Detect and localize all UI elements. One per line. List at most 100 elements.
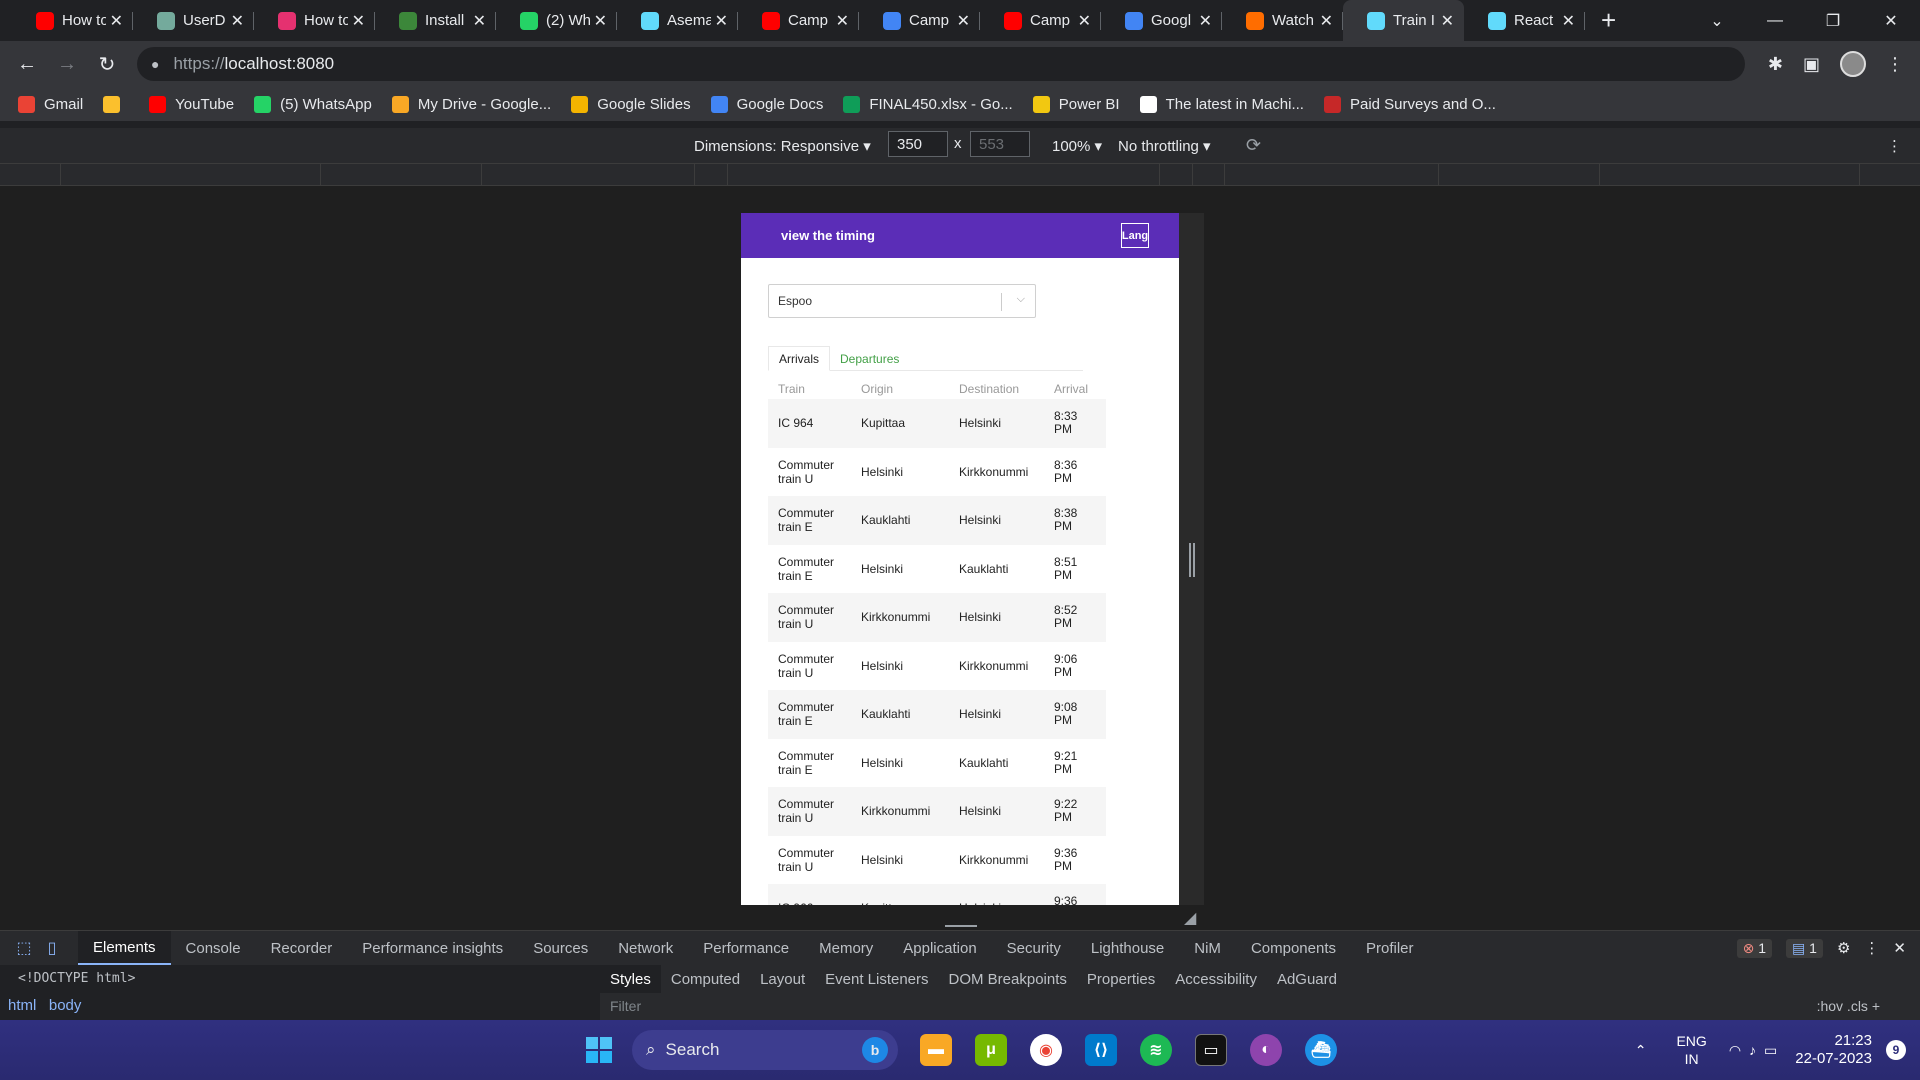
close-devtools-icon[interactable]: ✕: [1893, 939, 1906, 957]
resize-handle-right[interactable]: [1189, 543, 1195, 577]
devtools-tab[interactable]: Performance: [688, 931, 804, 965]
styles-tab[interactable]: Computed: [661, 965, 750, 993]
devtools-tab[interactable]: Lighthouse: [1076, 931, 1179, 965]
rotate-icon[interactable]: ⟳: [1246, 135, 1261, 156]
zoom-dropdown[interactable]: 100% ▾: [1052, 137, 1102, 155]
taskbar-search[interactable]: ⌕ Search b: [632, 1030, 898, 1070]
tab-departures[interactable]: Departures: [830, 346, 909, 371]
spotify-icon[interactable]: ≋: [1140, 1034, 1172, 1066]
close-tab-icon[interactable]: ✕: [836, 11, 849, 31]
wifi-icon[interactable]: ◠: [1729, 1042, 1741, 1059]
styles-tab[interactable]: Layout: [750, 965, 815, 993]
browser-tab[interactable]: Watch ✕: [1222, 0, 1343, 41]
browser-tab[interactable]: How to ✕: [12, 0, 133, 41]
close-window-icon[interactable]: ✕: [1862, 11, 1920, 31]
styles-filter[interactable]: Filter :hov .cls +: [600, 993, 1920, 1021]
reload-icon[interactable]: ↻: [87, 52, 127, 77]
breadcrumb-html[interactable]: html: [8, 997, 36, 1014]
browser-tab[interactable]: How to ✕: [254, 0, 375, 41]
forward-icon[interactable]: →: [47, 53, 87, 76]
browser-tab[interactable]: Camp ✕: [738, 0, 859, 41]
bookmark-item[interactable]: The latest in Machi...: [1139, 96, 1304, 113]
close-tab-icon[interactable]: ✕: [231, 11, 244, 31]
devtools-tab[interactable]: Console: [171, 931, 256, 965]
devtools-tab[interactable]: Recorder: [256, 931, 348, 965]
volume-icon[interactable]: ♪: [1749, 1042, 1756, 1058]
throttling-dropdown[interactable]: No throttling ▾: [1118, 137, 1211, 155]
breadcrumb-body[interactable]: body: [49, 997, 82, 1014]
styles-tab[interactable]: Event Listeners: [815, 965, 938, 993]
browser-tab[interactable]: Camp ✕: [859, 0, 980, 41]
close-tab-icon[interactable]: ✕: [473, 11, 486, 31]
device-menu-icon[interactable]: ⋮: [1887, 137, 1902, 155]
close-tab-icon[interactable]: ✕: [1199, 11, 1212, 31]
address-bar[interactable]: ● https:// localhost:8080: [137, 47, 1745, 81]
bookmark-item[interactable]: YouTube: [149, 96, 234, 113]
browser-tab[interactable]: Camp ✕: [980, 0, 1101, 41]
bookmark-item[interactable]: Google Slides: [571, 96, 691, 113]
browser-tab[interactable]: Asema ✕: [617, 0, 738, 41]
devtools-tab[interactable]: Sources: [518, 931, 603, 965]
devtools-tab[interactable]: Profiler: [1351, 931, 1429, 965]
close-tab-icon[interactable]: ✕: [110, 11, 123, 31]
styles-tab[interactable]: AdGuard: [1267, 965, 1347, 993]
bookmark-item[interactable]: My Drive - Google...: [391, 96, 551, 113]
styles-tab[interactable]: Properties: [1077, 965, 1165, 993]
bookmark-item[interactable]: [103, 96, 129, 113]
devtools-tab[interactable]: Elements: [78, 931, 171, 965]
settings-icon[interactable]: ⚙: [1837, 939, 1850, 957]
new-tab-icon[interactable]: +: [1601, 5, 1616, 36]
github-icon[interactable]: ◐: [1250, 1034, 1282, 1066]
browser-tab[interactable]: UserD ✕: [133, 0, 254, 41]
devtools-tab[interactable]: Components: [1236, 931, 1351, 965]
site-info-icon[interactable]: ●: [151, 56, 159, 72]
browser-tab[interactable]: (2) Wh ✕: [496, 0, 617, 41]
terminal-icon[interactable]: ▭: [1195, 1034, 1227, 1066]
close-tab-icon[interactable]: ✕: [1320, 11, 1333, 31]
tray-overflow-icon[interactable]: ⌃: [1635, 1042, 1647, 1059]
bookmark-item[interactable]: Power BI: [1032, 96, 1120, 113]
utorrent-icon[interactable]: μ: [975, 1034, 1007, 1066]
bookmark-item[interactable]: FINAL450.xlsx - Go...: [843, 96, 1013, 113]
restore-icon[interactable]: ❐: [1804, 11, 1862, 31]
devtools-tab[interactable]: Network: [603, 931, 688, 965]
devtools-tab[interactable]: Memory: [804, 931, 888, 965]
bookmark-item[interactable]: Paid Surveys and O...: [1323, 96, 1496, 113]
devtools-tab[interactable]: Application: [888, 931, 991, 965]
clock[interactable]: 21:23 22-07-2023: [1795, 1032, 1872, 1068]
devtools-tab[interactable]: Performance insights: [347, 931, 518, 965]
station-select[interactable]: Espoo ⌵: [768, 284, 1036, 318]
styles-tab[interactable]: Accessibility: [1165, 965, 1267, 993]
minimize-icon[interactable]: —: [1746, 12, 1804, 30]
tab-arrivals[interactable]: Arrivals: [768, 346, 831, 371]
side-panel-icon[interactable]: ▣: [1803, 54, 1820, 75]
devtools-tab[interactable]: NiM: [1179, 931, 1236, 965]
windows-start-icon[interactable]: [583, 1034, 615, 1066]
bookmark-item[interactable]: (5) WhatsApp: [254, 96, 372, 113]
close-tab-icon[interactable]: ✕: [957, 11, 970, 31]
close-tab-icon[interactable]: ✕: [594, 11, 607, 31]
close-tab-icon[interactable]: ✕: [1441, 11, 1454, 31]
close-tab-icon[interactable]: ✕: [1562, 11, 1575, 31]
styles-tab[interactable]: DOM Breakpoints: [939, 965, 1077, 993]
chrome-icon[interactable]: ◉: [1030, 1034, 1062, 1066]
vscode-icon[interactable]: ⟨⟩: [1085, 1034, 1117, 1066]
devtools-tab[interactable]: Security: [992, 931, 1076, 965]
tab-search-icon[interactable]: ⌄: [1688, 11, 1746, 31]
message-badge[interactable]: ▤ 1: [1786, 938, 1823, 958]
close-tab-icon[interactable]: ✕: [1078, 11, 1091, 31]
bookmark-item[interactable]: Google Docs: [710, 96, 823, 113]
device-toggle-icon[interactable]: ▯: [38, 938, 66, 958]
error-badge[interactable]: ⊗ 1: [1736, 938, 1773, 958]
bing-icon[interactable]: b: [862, 1037, 888, 1063]
styles-tab[interactable]: Styles: [600, 965, 661, 993]
back-icon[interactable]: ←: [7, 53, 47, 76]
file-explorer-icon[interactable]: ▬: [920, 1034, 952, 1066]
inspect-icon[interactable]: ⬚: [10, 938, 38, 958]
browser-tab[interactable]: React ✕: [1464, 0, 1585, 41]
browser-tab[interactable]: Googl ✕: [1101, 0, 1222, 41]
devtools-menu-icon[interactable]: ⋮: [1864, 939, 1879, 957]
close-tab-icon[interactable]: ✕: [352, 11, 365, 31]
language-indicator[interactable]: ENG IN: [1676, 1032, 1706, 1068]
avatar[interactable]: [1840, 51, 1866, 77]
